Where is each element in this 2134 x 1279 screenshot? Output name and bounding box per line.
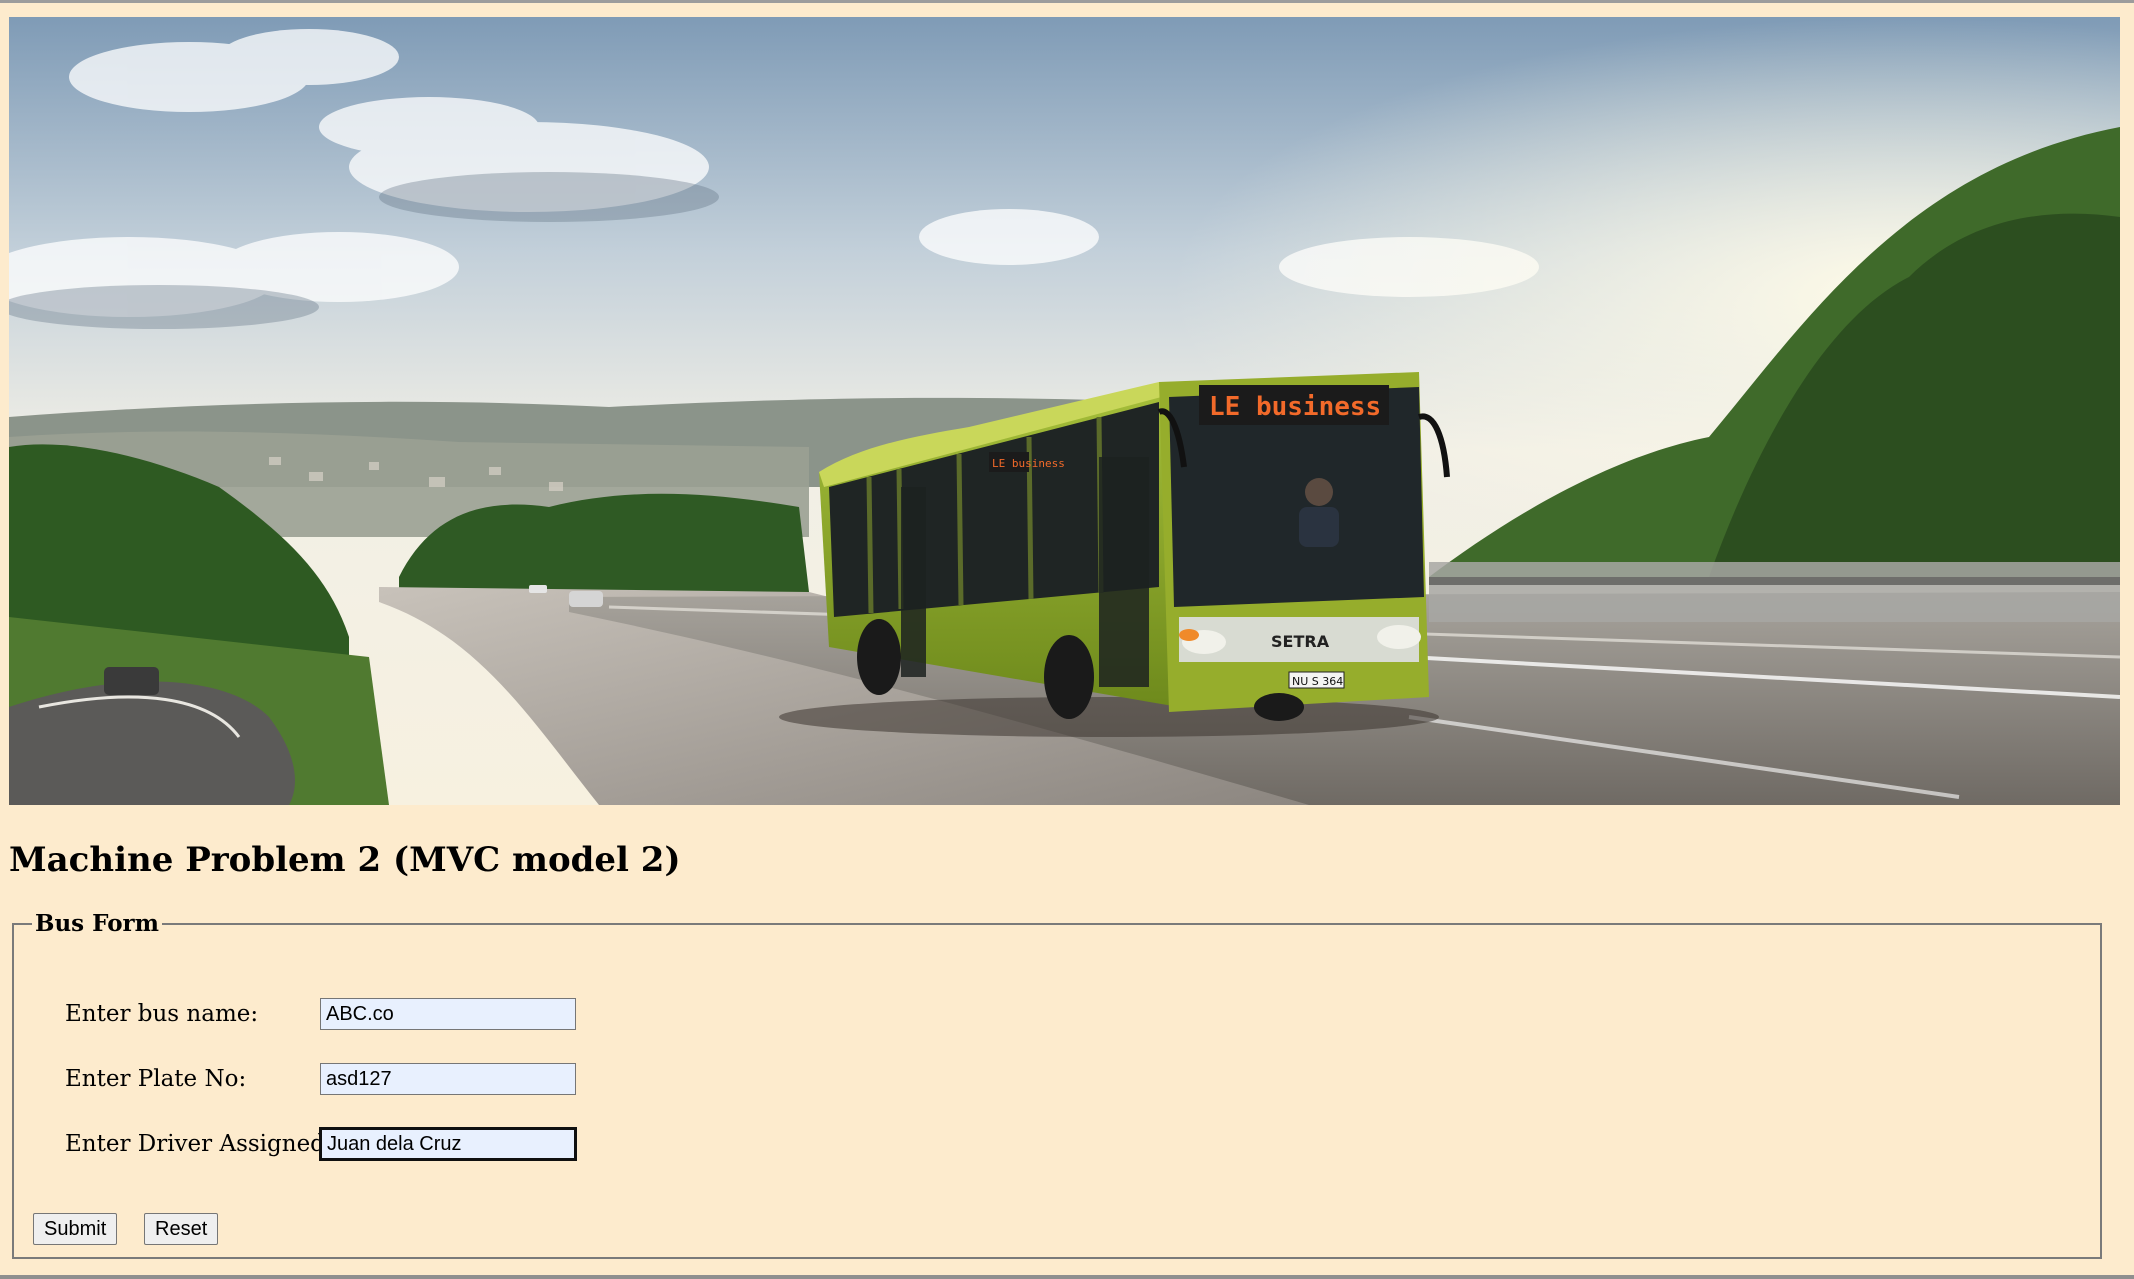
page-title: Machine Problem 2 (MVC model 2) [9,840,681,880]
bus-form-legend: Bus Form [35,910,159,937]
plate-no-row: Enter Plate No: [65,1062,576,1096]
bus-name-label: Enter bus name: [65,1001,259,1027]
driver-assigned-row: Enter Driver Assigned: [65,1127,577,1161]
bus-destination-sign: LE business [1209,392,1381,422]
plate-no-label: Enter Plate No: [65,1066,247,1092]
driver-assigned-label: Enter Driver Assigned: [65,1131,333,1157]
bus-name-row: Enter bus name: [65,997,576,1031]
plate-no-input[interactable] [320,1063,576,1095]
driver-assigned-input[interactable] [319,1127,577,1161]
bus-banner-image: LE business LE business SETRA NU S 364 [9,17,2120,805]
bus-side-sign: LE business [992,457,1065,470]
bus-form: Bus Form Enter bus name: Enter Plate No:… [12,910,2102,1259]
top-border [0,0,2134,3]
reset-button[interactable]: Reset [144,1213,219,1245]
submit-button[interactable]: Submit [33,1213,118,1245]
bus-name-input[interactable] [320,998,576,1030]
bottom-border [0,1275,2134,1279]
bus-brand-badge: SETRA [1271,632,1330,651]
bus-plate: NU S 364 [1292,675,1343,688]
